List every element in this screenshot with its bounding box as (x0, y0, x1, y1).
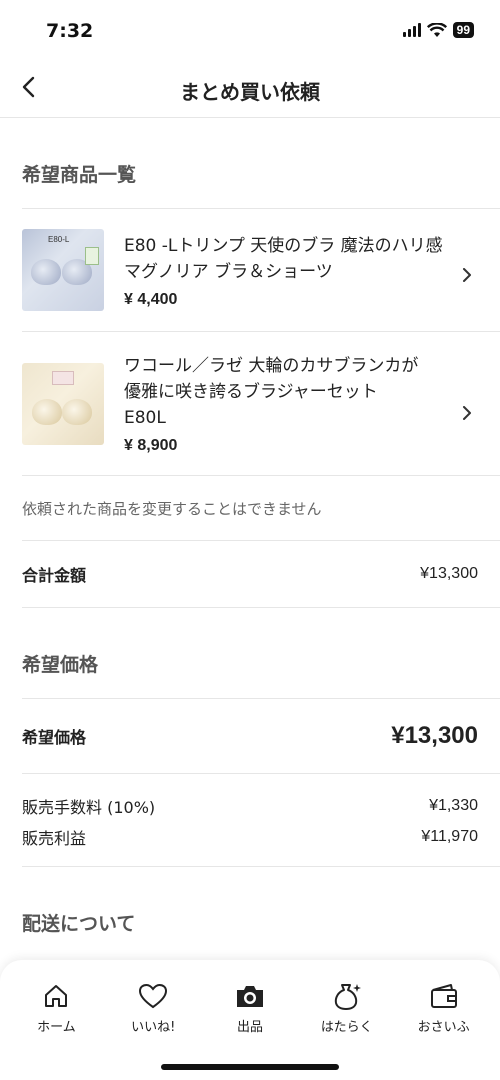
wallet-icon (428, 980, 460, 1012)
item-name: ワコール／ラゼ 大輪のカサブランカが優雅に咲き誇るブラジャーセット E80L (124, 356, 419, 428)
tab-bar: ホーム いいね! 出品 はたらく おさいふ (0, 960, 500, 1080)
item-price: ¥ 4,400 (124, 291, 178, 308)
tab-label: おさいふ (417, 1020, 470, 1035)
notice-text: 依頼された商品を変更することはできません (22, 500, 322, 518)
wifi-icon (426, 22, 447, 37)
tab-work[interactable]: はたらく (302, 980, 392, 1035)
tab-label: 出品 (236, 1020, 263, 1035)
total-value: ¥13,300 (420, 565, 478, 582)
signal-icon (402, 23, 421, 37)
item-info: ワコール／ラゼ 大輪のカサブランカが優雅に咲き誇るブラジャーセット E80L ¥… (124, 352, 478, 455)
desired-price-label: 希望価格 (22, 728, 87, 747)
home-indicator (161, 1064, 339, 1070)
section-title-items: 希望商品一覧 (22, 164, 137, 186)
page-title: まとめ買い依頼 (180, 80, 320, 104)
battery-indicator: 99 (452, 22, 474, 38)
section-title-shipping: 配送について (22, 913, 136, 935)
divider (22, 607, 500, 608)
fee-value: ¥1,330 (429, 797, 478, 814)
item-price: ¥ 8,900 (124, 437, 178, 454)
status-time: 7:32 (46, 20, 94, 42)
product-thumbnail (22, 363, 104, 445)
camera-icon (234, 980, 266, 1012)
heart-icon (137, 980, 169, 1012)
tab-label: はたらく (320, 1020, 373, 1035)
total-label: 合計金額 (22, 566, 87, 585)
list-item[interactable]: ワコール／ラゼ 大輪のカサブランカが優雅に咲き誇るブラジャーセット E80L ¥… (0, 332, 500, 475)
money-bag-icon (331, 980, 363, 1012)
profit-value: ¥11,970 (421, 828, 478, 845)
profit-label: 販売利益 (22, 829, 87, 848)
tab-wallet[interactable]: おさいふ (399, 980, 489, 1035)
list-item[interactable]: E80-L E80 -Lトリンプ 天使のブラ 魔法のハリ感 マグノリア ブラ＆シ… (0, 209, 500, 331)
tab-likes[interactable]: いいね! (108, 980, 198, 1035)
section-title-price: 希望価格 (22, 654, 99, 676)
divider (22, 866, 500, 867)
divider (22, 475, 500, 476)
desired-price-row[interactable]: 希望価格 ¥13,300 (0, 699, 500, 773)
item-info: E80 -Lトリンプ 天使のブラ 魔法のハリ感 マグノリア ブラ＆ショーツ ¥ … (124, 229, 478, 309)
fee-label: 販売手数料 (10%) (22, 798, 156, 817)
chevron-right-icon (463, 268, 471, 282)
status-bar: 7:32 99 (0, 0, 500, 60)
item-name: E80 -Lトリンプ 天使のブラ 魔法のハリ感 マグノリア ブラ＆ショーツ (124, 236, 443, 282)
desired-price-value: ¥13,300 (391, 722, 478, 749)
tab-label: ホーム (37, 1020, 76, 1035)
tab-sell[interactable]: 出品 (205, 980, 295, 1035)
tab-label: いいね! (131, 1020, 176, 1035)
nav-bar: まとめ買い依頼 (0, 60, 500, 118)
home-icon (40, 980, 72, 1012)
total-row: 合計金額 ¥13,300 (0, 541, 500, 607)
tab-home[interactable]: ホーム (11, 980, 101, 1035)
chevron-right-icon (463, 406, 471, 420)
profit-row: 販売利益 ¥11,970 (0, 822, 500, 852)
product-thumbnail: E80-L (22, 229, 104, 311)
thumbnail-label: E80-L (48, 235, 70, 244)
status-icons: 99 (402, 22, 474, 38)
main-content: 希望商品一覧 E80-L E80 -Lトリンプ 天使のブラ 魔法のハリ感 マグノ… (0, 118, 500, 936)
